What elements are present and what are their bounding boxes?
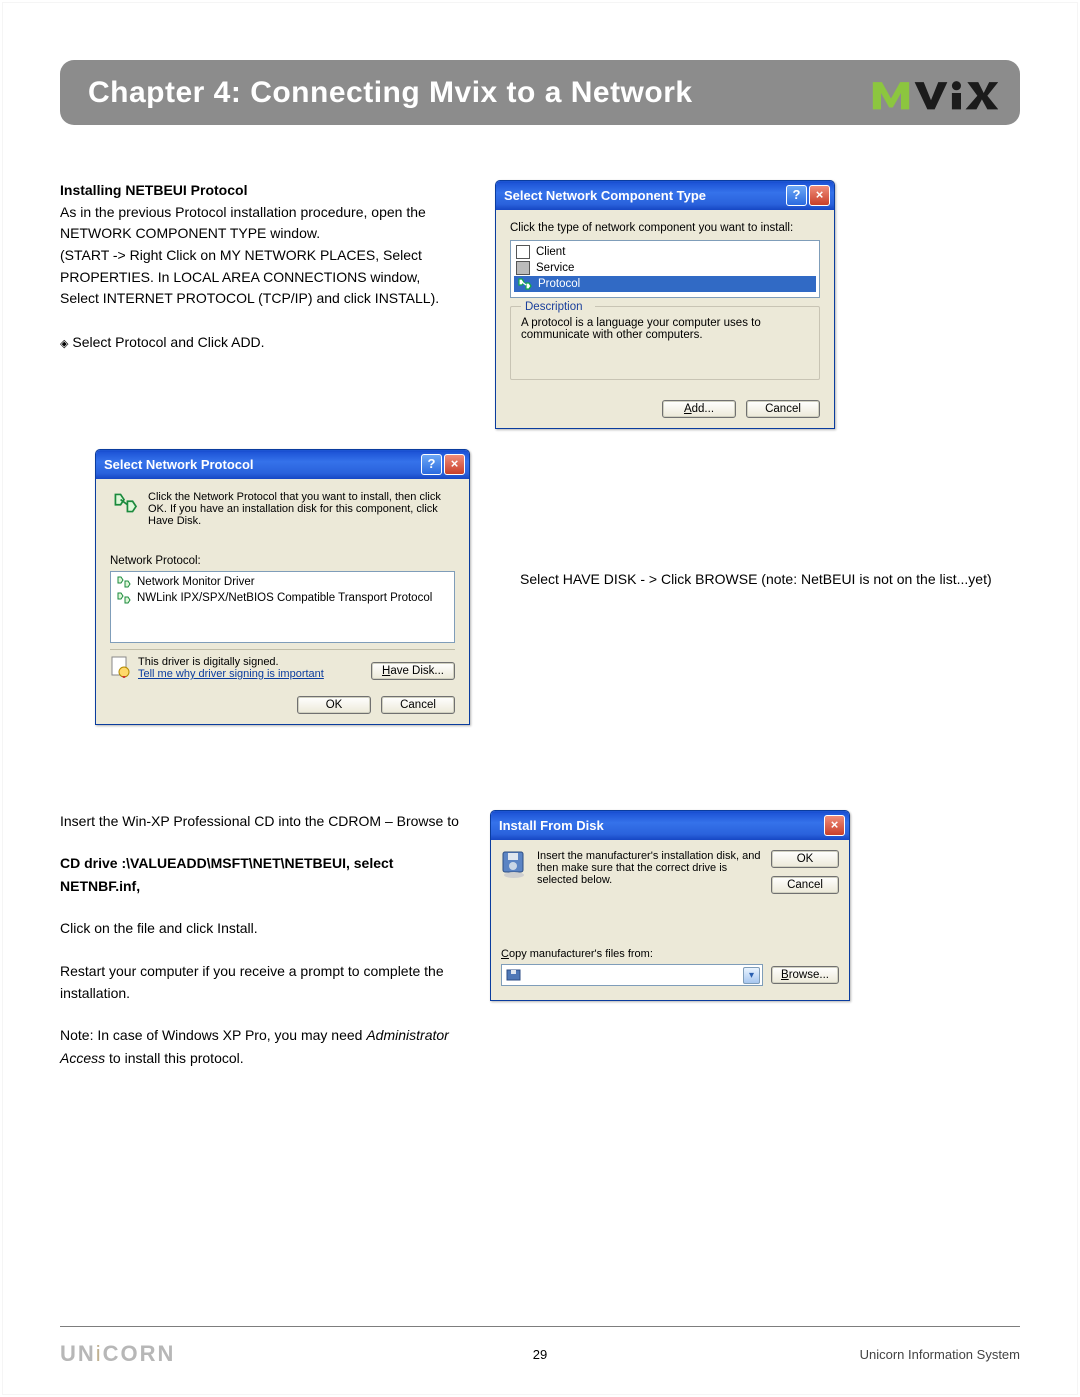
protocol-item-icon xyxy=(115,591,131,605)
close-button[interactable]: × xyxy=(444,454,465,475)
chapter-title-bar: Chapter 4: Connecting Mvix to a Network xyxy=(60,60,1020,125)
paragraph: Restart your computer if you receive a p… xyxy=(60,960,470,1005)
paragraph: Click on the file and click Install. xyxy=(60,917,470,939)
mvix-logo xyxy=(871,73,998,113)
dialog-instruction: Insert the manufacturer's installation d… xyxy=(537,850,761,886)
close-button[interactable]: × xyxy=(809,185,830,206)
dialog-title: Install From Disk xyxy=(499,818,604,833)
browse-button[interactable]: Browse... xyxy=(771,966,839,984)
dialog-select-network-protocol: Select Network Protocol ? × Click the Ne… xyxy=(95,449,470,725)
cancel-button[interactable]: Cancel xyxy=(771,876,839,894)
source-path-combo[interactable]: A:\ ▾ xyxy=(501,964,763,986)
ok-button[interactable]: OK xyxy=(771,850,839,868)
instruction-note: Select HAVE DISK - > Click BROWSE (note:… xyxy=(520,569,1020,590)
list-item-client[interactable]: Client xyxy=(514,244,816,260)
chapter-title: Chapter 4: Connecting Mvix to a Network xyxy=(88,76,693,110)
dialog-title: Select Network Protocol xyxy=(104,457,254,472)
company-name: Unicorn Information System xyxy=(860,1347,1020,1362)
path-bold: CD drive :\VALUEADD\MSFT\NET\NETBEUI, se… xyxy=(60,852,470,897)
chevron-down-icon[interactable]: ▾ xyxy=(743,967,760,984)
dialog-titlebar[interactable]: Install From Disk × xyxy=(491,811,849,840)
dialog-instruction: Click the Network Protocol that you want… xyxy=(148,491,455,527)
certificate-icon xyxy=(110,656,130,678)
section-para: (START -> Right Click on MY NETWORK PLAC… xyxy=(60,245,460,310)
description-label: Description xyxy=(521,301,595,313)
list-item[interactable]: Network Monitor Driver xyxy=(113,574,452,590)
dialog-install-from-disk: Install From Disk × Insert the manufact xyxy=(490,810,850,1001)
close-button[interactable]: × xyxy=(824,815,845,836)
list-item-protocol[interactable]: Protocol xyxy=(514,276,816,292)
add-button[interactable]: AAdd...dd... xyxy=(662,400,736,418)
protocol-icon xyxy=(516,277,532,291)
dialog-instruction: Click the type of network component you … xyxy=(510,222,820,234)
section-para: As in the previous Protocol installation… xyxy=(60,202,460,245)
section-heading: Installing NETBEUI Protocol xyxy=(60,180,460,202)
signed-text: This driver is digitally signed. xyxy=(138,656,324,668)
page-footer: UNiCORN 29 Unicorn Information System xyxy=(60,1326,1020,1367)
dialog-titlebar[interactable]: Select Network Protocol ? × xyxy=(96,450,469,479)
section-install-from-disk-text: Insert the Win-XP Professional CD into t… xyxy=(60,810,470,1069)
disk-icon xyxy=(501,850,527,878)
list-item[interactable]: NWLink IPX/SPX/NetBIOS Compatible Transp… xyxy=(113,590,452,606)
diamond-bullet-icon: ◈ xyxy=(60,338,68,350)
have-disk-button[interactable]: Have Disk... xyxy=(371,662,455,680)
list-label: Network Protocol: xyxy=(110,555,455,567)
paragraph: Note: In case of Windows XP Pro, you may… xyxy=(60,1024,470,1069)
protocol-list[interactable]: Network Monitor Driver NWLink IPX/SPX/Ne… xyxy=(110,571,455,643)
bullet-item: ◈ Select Protocol and Click ADD. xyxy=(60,332,460,354)
unicorn-logo: UNiCORN xyxy=(60,1341,175,1367)
paragraph: Insert the Win-XP Professional CD into t… xyxy=(60,810,470,832)
page-number: 29 xyxy=(533,1347,547,1362)
protocol-item-icon xyxy=(115,575,131,589)
dialog-select-network-component-type: Select Network Component Type ? × Click … xyxy=(495,180,835,429)
cancel-button[interactable]: Cancel xyxy=(746,400,820,418)
floppy-icon xyxy=(506,969,521,981)
cancel-button[interactable]: Cancel xyxy=(381,696,455,714)
help-button[interactable]: ? xyxy=(421,454,442,475)
section-installing-netbeui: Installing NETBEUI Protocol As in the pr… xyxy=(60,180,460,429)
client-icon xyxy=(516,245,530,259)
help-button[interactable]: ? xyxy=(786,185,807,206)
dialog-titlebar[interactable]: Select Network Component Type ? × xyxy=(496,181,834,210)
list-item-service[interactable]: Service xyxy=(514,260,816,276)
protocol-icon xyxy=(110,491,138,515)
copy-files-label: Copy manufacturer's files from: xyxy=(501,948,839,960)
component-type-list[interactable]: Client Service Protocol xyxy=(510,240,820,298)
dialog-title: Select Network Component Type xyxy=(504,188,706,203)
description-text: A protocol is a language your computer u… xyxy=(521,317,809,341)
ok-button[interactable]: OK xyxy=(297,696,371,714)
driver-signing-link[interactable]: Tell me why driver signing is important xyxy=(138,668,324,680)
service-icon xyxy=(516,261,530,275)
